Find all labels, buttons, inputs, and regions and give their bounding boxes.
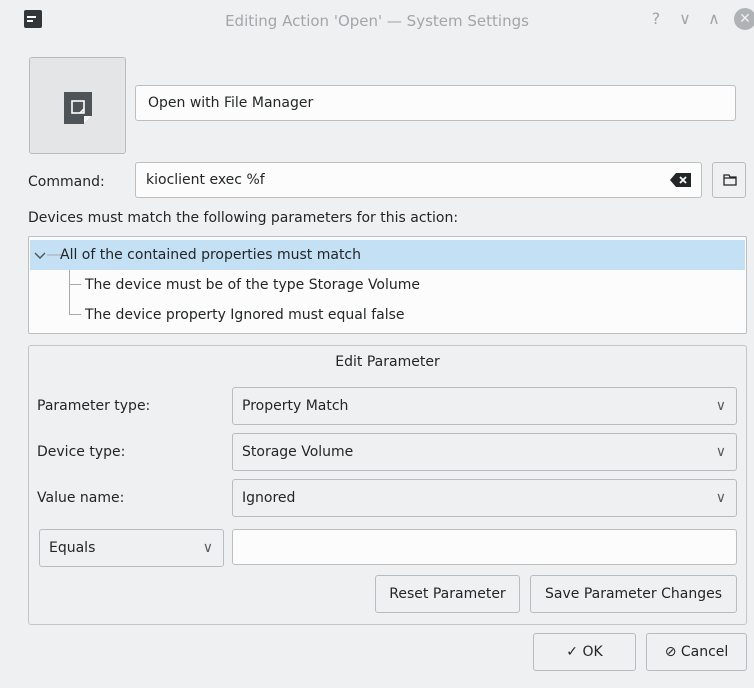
command-field[interactable]: kioclient exec %f bbox=[135, 162, 702, 198]
minimize-icon[interactable]: ∨ bbox=[674, 8, 696, 30]
value-name-select[interactable]: Ignored ∨ bbox=[232, 479, 737, 517]
cancel-icon: ⊘ bbox=[664, 644, 677, 660]
value-name-label: Value name: bbox=[37, 490, 125, 506]
cancel-label: Cancel bbox=[680, 644, 729, 660]
title-bar: Editing Action 'Open' — System Settings … bbox=[0, 0, 754, 44]
edit-parameter-group: Edit Parameter Parameter type: Property … bbox=[28, 345, 747, 625]
command-value: kioclient exec %f bbox=[146, 172, 265, 188]
action-name-field[interactable]: Open with File Manager bbox=[135, 85, 736, 121]
device-type-label: Device type: bbox=[37, 444, 126, 460]
window-title: Editing Action 'Open' — System Settings bbox=[225, 12, 529, 30]
cancel-button[interactable]: ⊘ Cancel bbox=[646, 633, 747, 671]
parameter-type-select[interactable]: Property Match ∨ bbox=[232, 387, 737, 425]
device-type-select[interactable]: Storage Volume ∨ bbox=[232, 433, 737, 471]
document-icon bbox=[64, 92, 92, 124]
clear-text-icon[interactable] bbox=[670, 172, 692, 188]
devices-label: Devices must match the following paramet… bbox=[28, 210, 459, 226]
chevron-down-icon: ∨ bbox=[715, 490, 726, 506]
tree-item-property[interactable]: The device property Ignored must equal f… bbox=[30, 300, 745, 330]
ok-button[interactable]: ✓ OK bbox=[533, 633, 636, 671]
group-title: Edit Parameter bbox=[335, 354, 440, 370]
chevron-down-icon: ∨ bbox=[715, 444, 726, 460]
help-icon[interactable]: ? bbox=[645, 8, 667, 30]
device-type-value: Storage Volume bbox=[242, 444, 354, 460]
tree-item-label: All of the contained properties must mat… bbox=[60, 247, 362, 263]
save-parameter-button[interactable]: Save Parameter Changes bbox=[530, 575, 737, 613]
reset-parameter-button[interactable]: Reset Parameter bbox=[375, 575, 520, 613]
tree-item-label: The device property Ignored must equal f… bbox=[85, 307, 405, 323]
value-name-value: Ignored bbox=[242, 490, 296, 506]
folder-icon bbox=[723, 174, 737, 186]
close-icon[interactable]: ✕ bbox=[734, 8, 754, 30]
chevron-down-icon: ∨ bbox=[202, 540, 213, 556]
maximize-icon[interactable]: ∧ bbox=[703, 8, 725, 30]
tree-item-root[interactable]: All of the contained properties must mat… bbox=[30, 240, 745, 270]
parameter-type-label: Parameter type: bbox=[37, 398, 151, 414]
comparison-value: Equals bbox=[49, 540, 96, 556]
checkmark-icon: ✓ bbox=[566, 644, 579, 660]
value-field[interactable] bbox=[232, 529, 737, 565]
tree-item-label: The device must be of the type Storage V… bbox=[85, 277, 421, 293]
comparison-select[interactable]: Equals ∨ bbox=[39, 529, 224, 567]
parameter-tree[interactable]: All of the contained properties must mat… bbox=[28, 236, 747, 334]
command-label: Command: bbox=[28, 174, 105, 190]
browse-button[interactable] bbox=[712, 162, 746, 198]
tree-item-type[interactable]: The device must be of the type Storage V… bbox=[30, 270, 745, 300]
action-icon-button[interactable] bbox=[29, 57, 126, 154]
ok-label: OK bbox=[582, 644, 603, 660]
chevron-down-icon: ∨ bbox=[715, 398, 726, 414]
parameter-type-value: Property Match bbox=[242, 398, 349, 414]
